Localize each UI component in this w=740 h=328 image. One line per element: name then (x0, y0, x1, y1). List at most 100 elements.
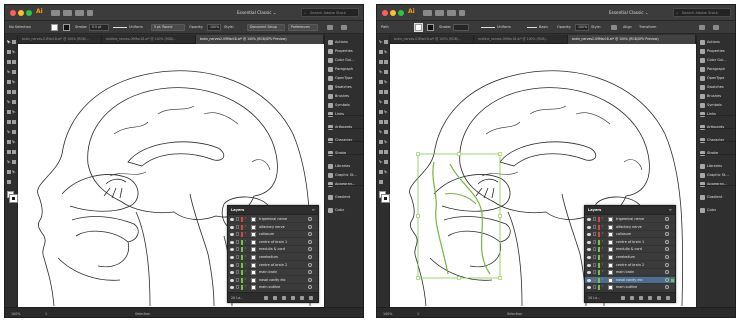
scale-tool-icon[interactable] (379, 110, 383, 114)
lock-toggle-icon[interactable] (236, 285, 239, 290)
pencil-tool-icon[interactable] (12, 90, 16, 94)
lock-toggle-icon[interactable] (236, 217, 239, 221)
dock-item-color[interactable]: Color (327, 207, 363, 214)
layer-row[interactable]: › main outline (228, 284, 318, 292)
expand-arrow-icon[interactable]: › (245, 216, 246, 220)
target-circle-icon[interactable] (308, 270, 312, 275)
layer-name[interactable]: main outline (259, 285, 280, 289)
expand-arrow-icon[interactable]: › (245, 224, 246, 228)
layer-row[interactable]: › callosum (585, 231, 675, 239)
status-mode[interactable]: Selection (135, 312, 150, 316)
layer-name[interactable]: main brain (616, 270, 634, 274)
document-setup-button[interactable]: Document Setup (247, 24, 285, 31)
line-tool-icon[interactable] (12, 70, 16, 74)
artboard-tool-icon[interactable] (384, 160, 388, 164)
target-circle-icon[interactable] (665, 232, 669, 237)
shape-builder-tool-icon[interactable] (12, 120, 16, 124)
target-circle-icon[interactable] (308, 217, 312, 221)
visibility-eye-icon[interactable] (587, 225, 591, 229)
new-layer-icon[interactable] (300, 296, 304, 300)
visibility-eye-icon[interactable] (587, 278, 591, 282)
target-circle-icon[interactable] (665, 247, 669, 252)
direct-selection-tool-icon[interactable] (384, 40, 388, 44)
layer-name[interactable]: centre of brain 1 (616, 240, 644, 244)
hand-tool-icon[interactable] (12, 170, 16, 174)
dock-item-properties[interactable]: Properties (327, 48, 363, 55)
opacity-field[interactable]: 100% (207, 24, 221, 31)
fill-swatch[interactable] (414, 23, 423, 32)
visibility-eye-icon[interactable] (587, 248, 591, 252)
zoom-window-button[interactable] (26, 10, 32, 16)
layer-row[interactable]: › main brain (585, 269, 675, 277)
minimize-window-button[interactable] (390, 10, 396, 16)
free-transform-tool-icon[interactable] (7, 120, 11, 124)
lock-toggle-icon[interactable] (593, 285, 596, 290)
scale-tool-icon[interactable] (7, 110, 11, 114)
expand-arrow-icon[interactable]: › (602, 239, 603, 243)
magic-wand-tool-icon[interactable] (7, 50, 11, 54)
expand-arrow-icon[interactable]: › (245, 262, 246, 266)
dock-item-paragraph[interactable]: Paragraph (699, 66, 735, 73)
workspace-switcher[interactable]: Essential Classic ⌄ (237, 10, 276, 15)
visibility-eye-icon[interactable] (230, 218, 234, 221)
layers-tab[interactable]: Layers (588, 208, 601, 212)
status-mode[interactable]: Selection (507, 312, 522, 316)
selection-tool-icon[interactable] (7, 40, 11, 44)
symbol-sprayer-tool-icon[interactable] (384, 150, 388, 154)
lock-toggle-icon[interactable] (236, 255, 239, 259)
visibility-eye-icon[interactable] (587, 218, 591, 221)
layer-name[interactable]: medulla & cord (616, 247, 642, 251)
target-circle-icon[interactable] (665, 239, 669, 244)
lock-toggle-icon[interactable] (593, 239, 596, 244)
dock-item-symbols[interactable]: Symbols (699, 102, 735, 109)
layer-name[interactable]: callosum (259, 232, 274, 236)
visibility-eye-icon[interactable] (230, 286, 234, 290)
opacity-field[interactable]: 100% (575, 24, 589, 31)
layer-row[interactable]: › nasal cavity etc (228, 277, 318, 284)
lock-toggle-icon[interactable] (593, 262, 596, 267)
lasso-tool-icon[interactable] (384, 50, 388, 54)
expand-arrow-icon[interactable]: › (602, 277, 603, 281)
expand-arrow-icon[interactable]: › (602, 224, 603, 228)
shape-builder-tool-icon[interactable] (384, 120, 388, 124)
layer-name[interactable]: cerebellum (259, 255, 278, 259)
eyedropper-tool-icon[interactable] (384, 140, 388, 144)
tab-document-3[interactable]: brain_nerves2-09Mar18.ai* @ 100% (RGB/GP… (568, 35, 696, 44)
dock-item-libraries[interactable]: Libraries (699, 163, 735, 170)
gpu-performance-icon[interactable] (459, 10, 465, 16)
close-window-button[interactable] (382, 10, 388, 16)
arrange-documents-icon[interactable] (75, 10, 84, 16)
lock-toggle-icon[interactable] (593, 224, 596, 229)
target-circle-icon[interactable] (308, 285, 312, 290)
slice-tool-icon[interactable] (379, 170, 383, 174)
brush-dropdown[interactable]: 5 pt. Round (151, 24, 185, 31)
layer-name[interactable]: centre of brain 2 (259, 263, 287, 267)
panel-menu-icon[interactable]: ≡ (669, 207, 672, 212)
layer-name[interactable]: trigeminal nerve (259, 217, 287, 221)
stroke-profile[interactable]: Uniform (129, 25, 143, 29)
lasso-tool-icon[interactable] (12, 50, 16, 54)
close-window-button[interactable] (10, 10, 16, 16)
dock-item-graphic-styles[interactable]: Graphic St... (327, 172, 363, 179)
blend-tool-icon[interactable] (379, 150, 383, 154)
layer-row[interactable]: › olfactory nerve (585, 224, 675, 231)
perspective-tool-icon[interactable] (7, 130, 11, 134)
layer-name[interactable]: cerebellum (616, 255, 635, 259)
layer-name[interactable]: trigeminal nerve (616, 217, 644, 221)
mesh-tool-icon[interactable] (12, 130, 16, 134)
recolor-icon[interactable] (611, 25, 617, 30)
expand-arrow-icon[interactable]: › (602, 262, 603, 266)
direct-selection-tool-icon[interactable] (12, 40, 16, 44)
lock-toggle-icon[interactable] (236, 262, 239, 267)
eraser-tool-icon[interactable] (379, 100, 383, 104)
align-button[interactable]: Align (623, 25, 632, 29)
target-circle-icon[interactable] (665, 270, 669, 275)
visibility-eye-icon[interactable] (587, 233, 591, 237)
transform-button[interactable]: Transform (639, 25, 656, 29)
visibility-eye-icon[interactable] (230, 256, 234, 259)
lock-toggle-icon[interactable] (236, 232, 239, 237)
lock-toggle-icon[interactable] (593, 277, 596, 282)
zoom-window-button[interactable] (398, 10, 404, 16)
layer-name[interactable]: callosum (616, 232, 631, 236)
target-circle-icon[interactable] (308, 247, 312, 252)
